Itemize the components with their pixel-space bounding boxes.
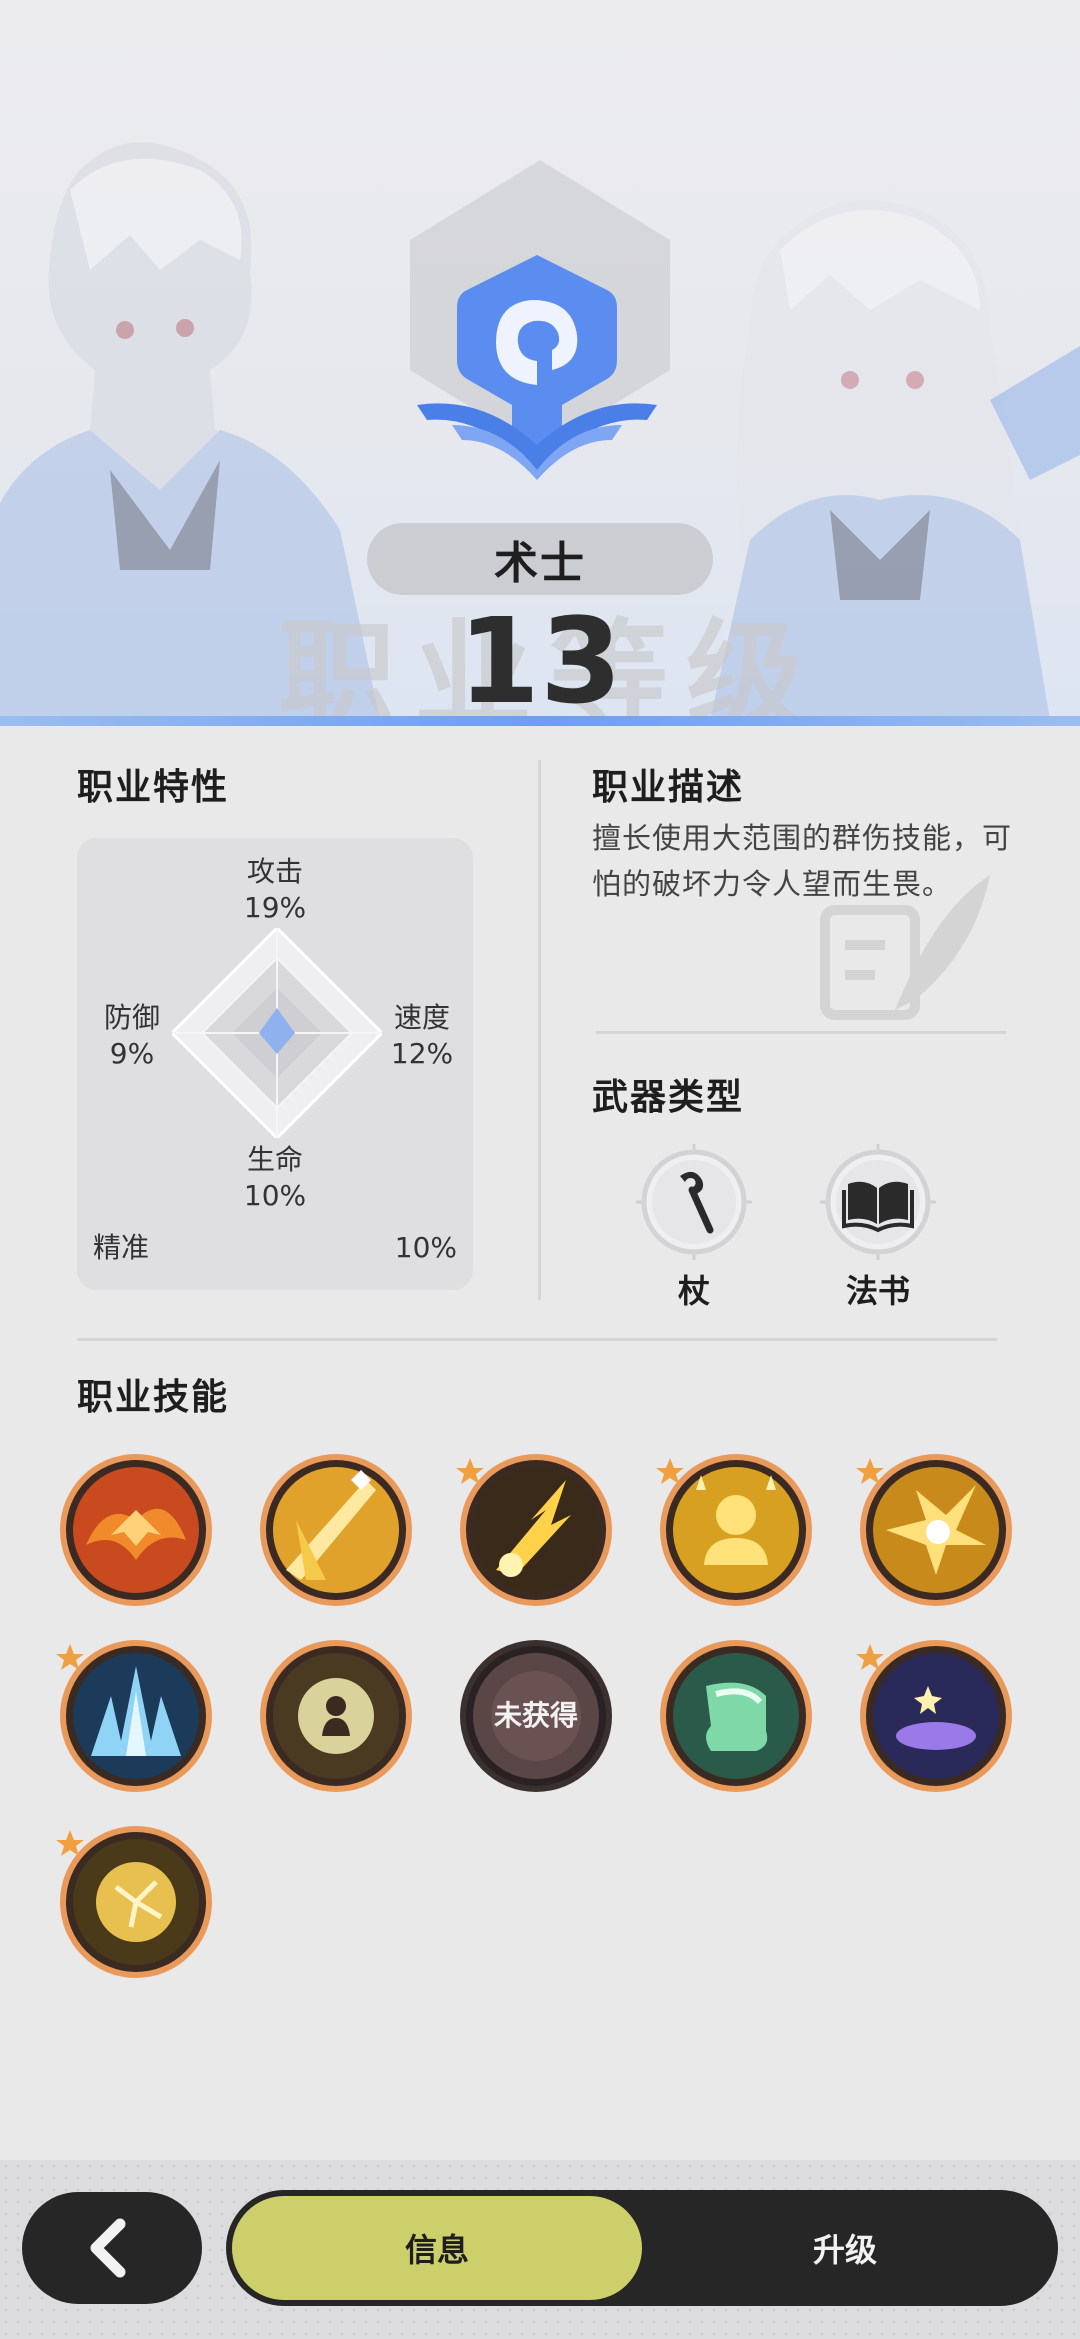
skill-burst[interactable] [856, 1450, 1016, 1610]
attack-stat: 攻击 19% [215, 854, 335, 926]
quill-paper-icon [820, 875, 990, 1020]
warlock-class-icon [417, 255, 657, 480]
skill-ice-crystal[interactable] [56, 1636, 216, 1796]
class-header: 职业等级 术士 13 [0, 0, 1080, 720]
spellbook-icon [820, 1144, 936, 1260]
starry-circle-skill-icon [856, 1640, 1012, 1792]
fire-skill-icon [60, 1454, 212, 1606]
speed-stat: 速度 12% [377, 1000, 467, 1072]
weapons-title: 武器类型 [592, 1077, 745, 1118]
skill-shield-person[interactable] [256, 1636, 416, 1796]
tab-upgrade[interactable]: 升级 [680, 2196, 1010, 2300]
shield-person-skill-icon [260, 1640, 412, 1792]
tab-info[interactable]: 信息 [232, 2196, 642, 2300]
skill-golden-aura[interactable] [656, 1450, 816, 1610]
life-value: 10% [243, 1179, 307, 1212]
back-button[interactable] [22, 2192, 202, 2304]
locked-label: 未获得 [493, 1699, 578, 1732]
green-boot-skill-icon [660, 1640, 812, 1792]
attack-value: 19% [243, 891, 307, 924]
life-stat: 生命 10% [215, 1142, 335, 1214]
life-label: 生命 [246, 1143, 303, 1176]
description-divider [596, 1031, 1006, 1034]
column-divider [538, 760, 541, 1300]
skill-light-wand[interactable] [256, 1450, 416, 1610]
header-divider [0, 716, 1080, 726]
skill-fire[interactable] [56, 1450, 216, 1610]
precision-value: 10% [394, 1231, 457, 1264]
chevron-left-icon [90, 2218, 126, 2278]
precision-label: 精准 [93, 1231, 150, 1264]
golden-orb-skill-icon [56, 1826, 212, 1978]
attributes-card: 攻击 19% 防御 9% 速度 12% 生命 10% 精准 10% [77, 838, 473, 1290]
skill-lightning[interactable] [456, 1450, 616, 1610]
defense-value: 9% [109, 1037, 155, 1070]
staff-icon [636, 1144, 752, 1260]
description-title: 职业描述 [592, 767, 745, 808]
spellbook-label: 法书 [845, 1272, 910, 1310]
attribute-radar-chart [172, 928, 382, 1138]
staff-label: 杖 [677, 1272, 710, 1310]
skill-golden-orb[interactable] [56, 1822, 216, 1982]
burst-skill-icon [856, 1454, 1012, 1606]
skill-starry-circle[interactable] [856, 1636, 1016, 1796]
class-name: 术士 [367, 523, 713, 595]
defense-label: 防御 [103, 1001, 160, 1034]
attributes-title: 职业特性 [77, 767, 230, 808]
lightning-skill-icon [456, 1454, 612, 1606]
speed-label: 速度 [393, 1001, 450, 1034]
skills-divider [77, 1338, 997, 1341]
skill-locked[interactable]: 未获得 [456, 1636, 616, 1796]
light-wand-skill-icon [260, 1454, 412, 1606]
ice-crystal-skill-icon [56, 1640, 212, 1792]
speed-value: 12% [390, 1037, 454, 1070]
class-level: 13 [457, 592, 623, 720]
attack-label: 攻击 [246, 855, 303, 888]
golden-aura-skill-icon [656, 1454, 812, 1606]
defense-stat: 防御 9% [87, 1000, 177, 1072]
skill-green-boot[interactable] [656, 1636, 816, 1796]
skills-title: 职业技能 [77, 1377, 230, 1418]
